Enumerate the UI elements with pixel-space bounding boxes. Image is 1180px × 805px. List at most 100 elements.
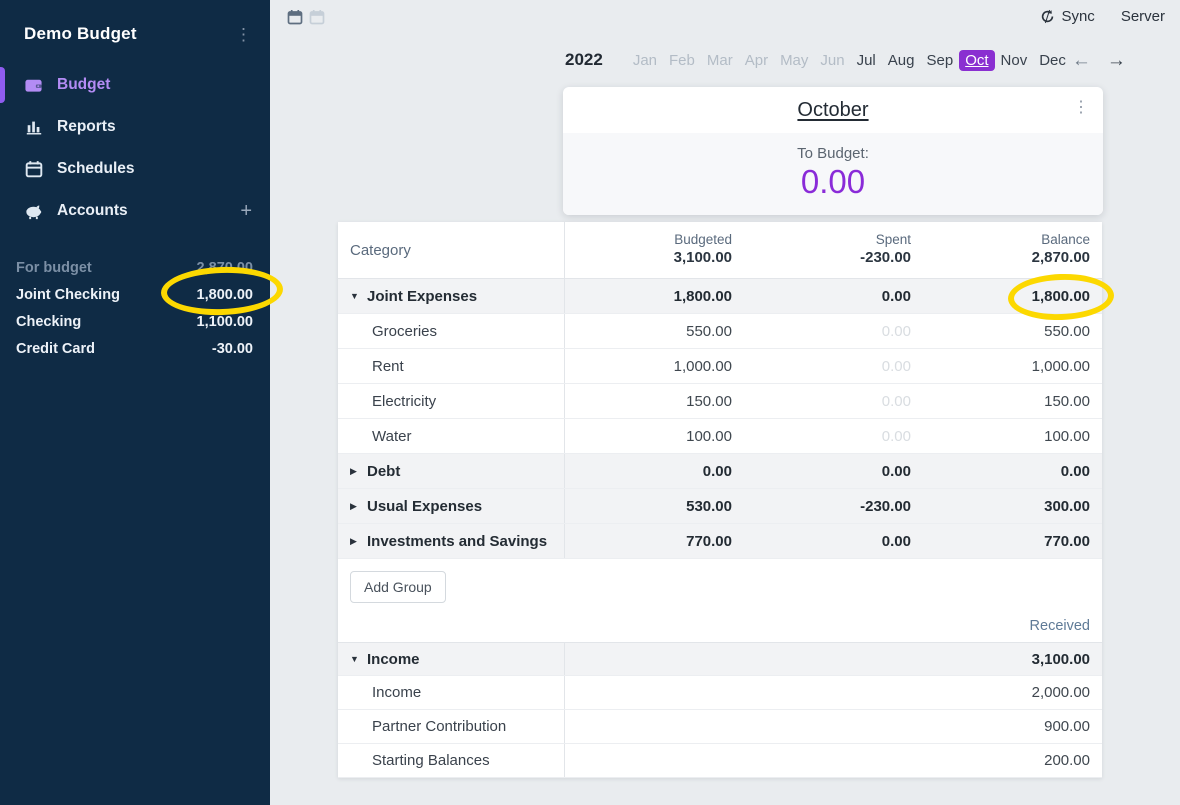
budgeted-cell[interactable]: 770.00 — [565, 524, 744, 558]
calendar-icon — [24, 160, 43, 179]
sync-button[interactable]: Sync — [1040, 8, 1094, 25]
sidebar-item-credit-card[interactable]: Credit Card -30.00 — [0, 335, 270, 362]
category-name: Starting Balances — [372, 752, 490, 769]
sidebar-item-accounts[interactable]: Accounts + — [0, 190, 270, 232]
budget-table: Category Budgeted 3,100.00 Spent -230.00… — [338, 222, 1102, 778]
table-row-groceries[interactable]: Groceries 550.00 0.00 550.00 — [338, 314, 1102, 349]
month-card-header: October ⋮ — [563, 87, 1103, 133]
spent-cell[interactable]: 0.00 — [744, 454, 923, 488]
budgeted-cell[interactable]: 100.00 — [565, 419, 744, 453]
table-row-investments-and-savings[interactable]: ▶Investments and Savings 770.00 0.00 770… — [338, 524, 1102, 559]
spent-cell[interactable]: 0.00 — [744, 384, 923, 418]
budgeted-cell[interactable]: 530.00 — [565, 489, 744, 523]
month-jun[interactable]: Jun — [814, 50, 850, 71]
table-row-usual-expenses[interactable]: ▶ Usual Expenses 530.00 -230.00 300.00 — [338, 489, 1102, 524]
sidebar-item-reports[interactable]: Reports — [0, 106, 270, 148]
chevron-down-icon[interactable]: ▼ — [350, 654, 360, 664]
month-apr[interactable]: Apr — [739, 50, 774, 71]
table-row-partner-contribution[interactable]: Partner Contribution 900.00 — [338, 710, 1102, 744]
budgeted-cell[interactable]: 550.00 — [565, 314, 744, 348]
month-oct-selected[interactable]: Oct — [959, 50, 994, 71]
category-name: Rent — [372, 358, 404, 375]
table-row-starting-balances[interactable]: Starting Balances 200.00 — [338, 744, 1102, 778]
chevron-right-icon[interactable]: ▶ — [350, 501, 360, 512]
month-jul[interactable]: Jul — [851, 50, 882, 71]
spent-cell[interactable]: 0.00 — [744, 314, 923, 348]
sidebar-item-schedules[interactable]: Schedules — [0, 148, 270, 190]
spent-cell[interactable]: 0.00 — [744, 349, 923, 383]
sidebar-item-joint-checking[interactable]: Joint Checking 1,800.00 — [0, 281, 270, 308]
month-dec[interactable]: Dec — [1033, 50, 1072, 71]
account-balance: 2,870.00 — [197, 260, 253, 276]
next-month-arrow-icon[interactable]: → — [1107, 51, 1126, 70]
balance-cell[interactable]: 100.00 — [923, 419, 1102, 453]
month-feb[interactable]: Feb — [663, 50, 701, 71]
month-may[interactable]: May — [774, 50, 814, 71]
balance-cell[interactable]: 770.00 — [923, 524, 1102, 558]
month-jan[interactable]: Jan — [627, 50, 663, 71]
category-name: Joint Expenses — [367, 288, 477, 305]
sync-icon — [1040, 9, 1055, 24]
chevron-down-icon[interactable]: ▼ — [350, 291, 360, 301]
budgeted-cell[interactable]: 150.00 — [565, 384, 744, 418]
received-cell[interactable]: 900.00 — [565, 710, 1102, 743]
table-row-debt[interactable]: ▶Debt 0.00 0.00 0.00 — [338, 454, 1102, 489]
spent-cell[interactable]: 0.00 — [744, 419, 923, 453]
table-row-income-group[interactable]: ▼Income 3,100.00 — [338, 642, 1102, 676]
budgeted-cell[interactable]: 1,800.00 — [565, 279, 744, 313]
sidebar-item-checking[interactable]: Checking 1,100.00 — [0, 308, 270, 335]
table-row-electricity[interactable]: Electricity 150.00 0.00 150.00 — [338, 384, 1102, 419]
sidebar-item-budget[interactable]: Budget — [0, 64, 270, 106]
month-nav-arrows: ← → — [1072, 51, 1126, 70]
month-menu-icon[interactable]: ⋮ — [1073, 100, 1089, 116]
spent-cell[interactable]: 0.00 — [744, 279, 923, 313]
category-name: Usual Expenses — [367, 498, 482, 515]
sidebar-accounts-list: For budget 2,870.00 Joint Checking 1,800… — [0, 254, 270, 362]
balance-cell[interactable]: 150.00 — [923, 384, 1102, 418]
table-row-rent[interactable]: Rent 1,000.00 0.00 1,000.00 — [338, 349, 1102, 384]
table-row-water[interactable]: Water 100.00 0.00 100.00 — [338, 419, 1102, 454]
spent-cell[interactable]: 0.00 — [744, 524, 923, 558]
budget-file-header[interactable]: Demo Budget ⋮ — [0, 0, 270, 58]
two-month-view-icon[interactable] — [309, 9, 325, 25]
spent-cell[interactable]: -230.00 — [744, 489, 923, 523]
spent-header[interactable]: Spent -230.00 — [744, 222, 923, 278]
balance-cell[interactable]: 550.00 — [923, 314, 1102, 348]
month-mar[interactable]: Mar — [701, 50, 739, 71]
account-balance: -30.00 — [212, 341, 253, 357]
balance-cell[interactable]: 1,800.00 — [923, 279, 1102, 313]
chevron-right-icon[interactable]: ▶ — [350, 536, 360, 547]
received-cell[interactable]: 3,100.00 — [565, 643, 1102, 675]
sync-label: Sync — [1061, 8, 1094, 25]
one-month-view-icon[interactable] — [287, 9, 303, 25]
category-name: Partner Contribution — [372, 718, 506, 735]
budgeted-cell[interactable]: 0.00 — [565, 454, 744, 488]
add-group-button[interactable]: Add Group — [350, 571, 446, 603]
table-row-income[interactable]: Income 2,000.00 — [338, 676, 1102, 710]
to-budget-value[interactable]: 0.00 — [801, 163, 865, 201]
month-title[interactable]: October — [797, 99, 868, 122]
previous-month-arrow-icon[interactable]: ← — [1072, 51, 1091, 70]
month-sep[interactable]: Sep — [920, 50, 959, 71]
sidebar-item-for-budget[interactable]: For budget 2,870.00 — [0, 254, 270, 281]
received-cell[interactable]: 2,000.00 — [565, 676, 1102, 709]
budgeted-header[interactable]: Budgeted 3,100.00 — [565, 222, 744, 278]
category-name: Water — [372, 428, 411, 445]
category-name: Income — [372, 684, 421, 701]
budgeted-cell[interactable]: 1,000.00 — [565, 349, 744, 383]
month-aug[interactable]: Aug — [882, 50, 921, 71]
chevron-right-icon[interactable]: ▶ — [350, 466, 360, 477]
received-cell[interactable]: 200.00 — [565, 744, 1102, 777]
server-button[interactable]: Server — [1121, 8, 1165, 25]
account-label: Checking — [16, 314, 81, 330]
balance-cell[interactable]: 300.00 — [923, 489, 1102, 523]
month-nov[interactable]: Nov — [995, 50, 1034, 71]
add-account-icon[interactable]: + — [240, 201, 252, 221]
balance-cell[interactable]: 0.00 — [923, 454, 1102, 488]
balance-header[interactable]: Balance 2,870.00 — [923, 222, 1102, 278]
bar-chart-icon — [24, 118, 43, 137]
table-row-joint-expenses[interactable]: ▼ Joint Expenses 1,800.00 0.00 1,800.00 — [338, 279, 1102, 314]
balance-cell[interactable]: 1,000.00 — [923, 349, 1102, 383]
kebab-menu-icon[interactable]: ⋮ — [235, 26, 252, 43]
table-footer: Add Group Received — [338, 559, 1102, 642]
